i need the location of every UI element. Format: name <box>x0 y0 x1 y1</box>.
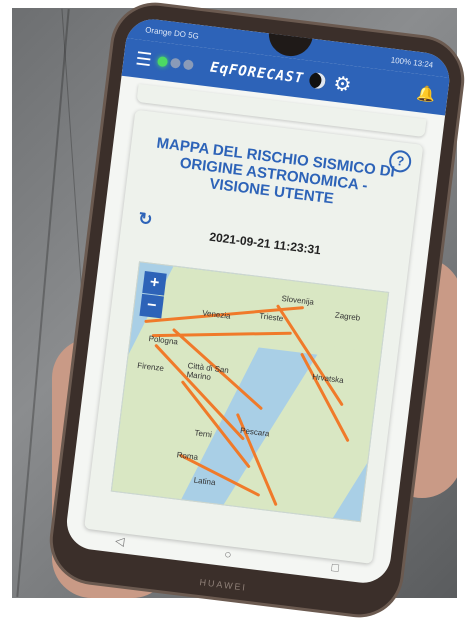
status-dot-gray <box>169 57 182 69</box>
home-icon[interactable]: ○ <box>224 547 233 562</box>
status-dot-green <box>156 56 169 68</box>
battery-time-text: 100% 13:24 <box>390 54 434 70</box>
settings-gear-icon[interactable]: ⚙ <box>332 70 353 97</box>
app-title: EqFORECAST <box>209 59 305 87</box>
risk-map-card: ? MAPPA DEL RISCHIO SISMICO DI ORIGINE A… <box>84 109 424 564</box>
phone: Orange DO 5G 100% 13:24 ☰ EqFORECAST ⚙ 🔔… <box>47 0 465 619</box>
recent-apps-icon[interactable]: □ <box>331 560 340 575</box>
dark-mode-toggle-icon[interactable] <box>308 71 327 90</box>
phone-screen: Orange DO 5G 100% 13:24 ☰ EqFORECAST ⚙ 🔔… <box>63 16 453 586</box>
map-label: Latina <box>193 475 216 488</box>
timestamp: 2021-09-21 11:23:31 <box>208 229 322 258</box>
map-label: Terni <box>194 428 213 440</box>
zoom-out-button[interactable]: − <box>139 293 164 319</box>
zoom-in-button[interactable]: + <box>142 271 167 296</box>
status-dot-gray <box>182 59 194 71</box>
carrier-text: Orange DO 5G <box>144 24 200 41</box>
back-icon[interactable]: ◁ <box>114 533 125 548</box>
seismic-risk-map[interactable]: Slovenija Zagreb Venezia Trieste Pologna… <box>110 261 390 523</box>
bell-icon[interactable]: 🔔 <box>416 84 437 104</box>
map-label: Pescara <box>239 425 270 439</box>
menu-icon[interactable]: ☰ <box>134 48 158 72</box>
card-title: MAPPA DEL RISCHIO SISMICO DI ORIGINE AST… <box>155 134 396 208</box>
